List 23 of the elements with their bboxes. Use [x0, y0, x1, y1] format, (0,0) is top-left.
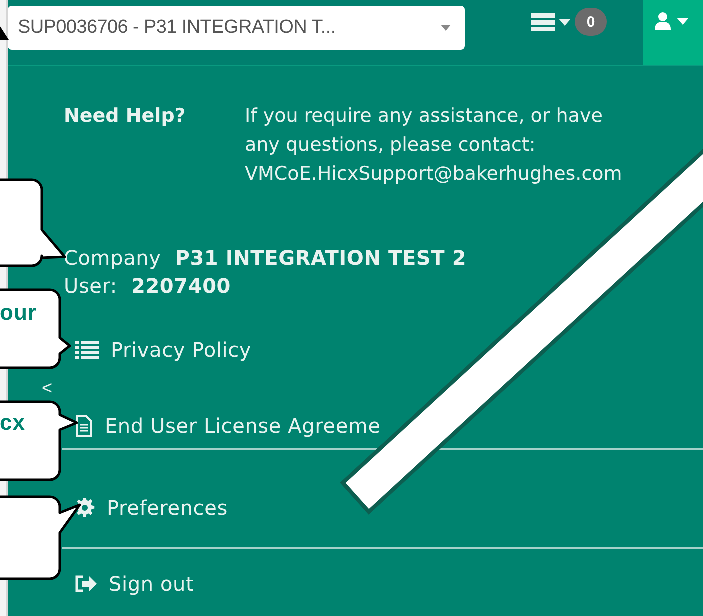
company-value: P31 INTEGRATION TEST 2 — [175, 245, 467, 272]
user-value: 2207400 — [131, 273, 231, 300]
caret-icon — [441, 25, 451, 31]
company-label: Company — [64, 245, 162, 272]
callout-text: our — [0, 300, 37, 326]
list-icon — [75, 341, 99, 359]
caret-icon — [559, 18, 571, 26]
sign-out-icon — [75, 575, 97, 593]
document-icon — [75, 415, 93, 437]
callout-text: cx — [0, 410, 26, 436]
user-menu-button[interactable] — [643, 0, 703, 65]
collapse-toggle[interactable]: < — [8, 372, 53, 404]
user-label: User: — [64, 273, 118, 300]
help-label: Need Help? — [64, 104, 187, 129]
notification-count: 0 — [575, 8, 607, 36]
menu-item[interactable]: End User License Agreeme — [75, 404, 381, 448]
user-icon — [655, 12, 671, 30]
server-icon[interactable] — [531, 12, 555, 32]
company-select[interactable]: SUP0036706 - P31 INTEGRATION T... — [8, 6, 465, 50]
menu-item[interactable]: Sign out — [75, 549, 194, 616]
caret-icon — [677, 18, 689, 25]
menu-item[interactable]: Privacy Policy — [75, 328, 252, 372]
help-text: If you require any assistance, or have any questions, please contact: VMCoE.HicxSupport@bakerhughes.com — [245, 104, 624, 187]
